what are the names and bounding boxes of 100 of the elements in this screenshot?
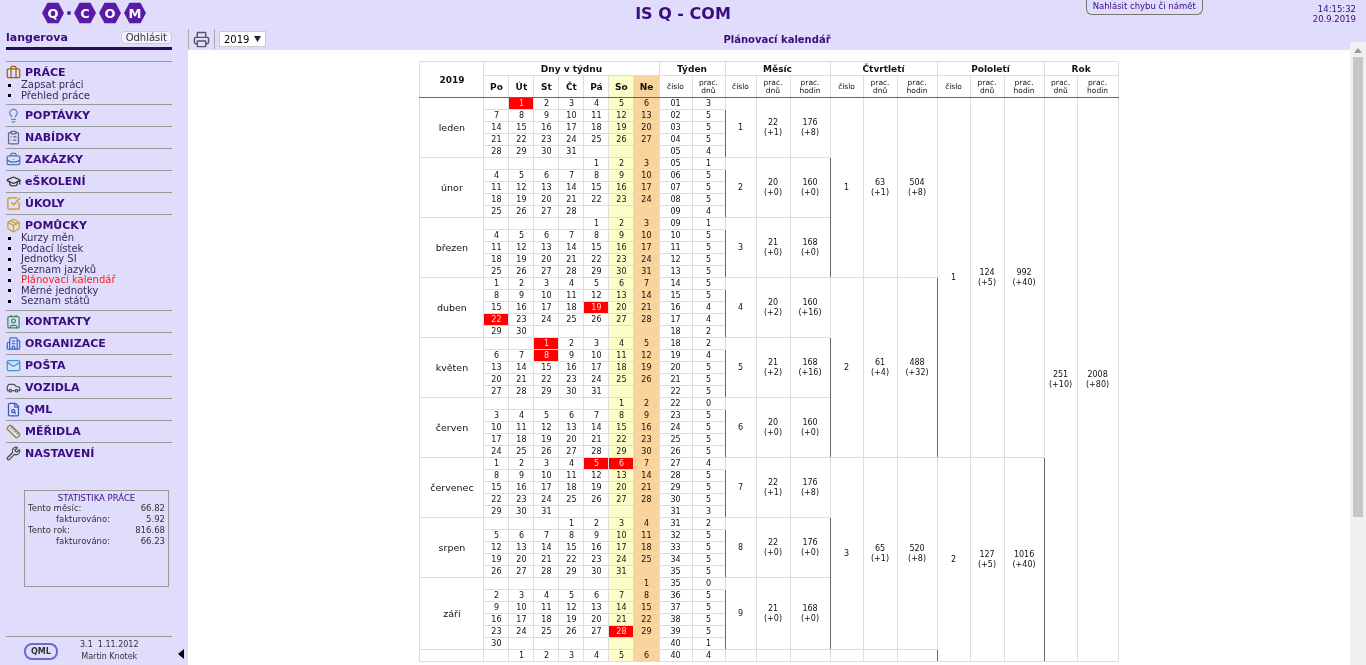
table-cell: 09 [659, 205, 692, 218]
app-title: IS Q - COM [635, 3, 731, 23]
report-button[interactable]: Nahlásit chybu či námět [1085, 0, 1203, 15]
menu-link[interactable]: Jednotky SI [21, 254, 77, 265]
table-cell: 5 [692, 409, 725, 422]
menu-link[interactable]: Zapsat práci [21, 80, 84, 91]
table-cell: 20 (+2) [756, 277, 790, 338]
menu-section-link[interactable]: eŠKOLENÍ [25, 175, 86, 188]
menu-section-link[interactable]: VOZIDLA [25, 380, 80, 394]
briefcase-icon [6, 152, 21, 167]
table-cell: 13 [659, 265, 692, 278]
table-cell: 20 (+0) [756, 397, 790, 458]
table-cell: 38 [659, 613, 692, 626]
table-cell: 9 [725, 577, 756, 650]
qml-logo: QML [24, 642, 58, 660]
menu-section-link[interactable]: ZAKÁZKY [25, 153, 83, 166]
table-cell: 25 [659, 433, 692, 446]
table-cell: 39 [659, 625, 692, 638]
table-cell: 08 [659, 193, 692, 206]
table-cell: 36 [659, 589, 692, 602]
menu-section-link[interactable]: MĚŘIDLA [25, 424, 81, 438]
logo-tile: M [124, 2, 146, 24]
menu-section-link[interactable]: POPTÁVKY [25, 109, 90, 122]
menu-section-link[interactable]: ORGANIZACE [25, 336, 106, 350]
menu-section-link[interactable]: PRÁCE [25, 66, 66, 79]
table-cell: 5 [692, 481, 725, 494]
column-header: Měsíc [725, 61, 831, 76]
table-cell: 2 [692, 517, 725, 530]
briefcase-icon [6, 65, 21, 80]
scrollbar[interactable] [1350, 42, 1366, 665]
column-header: Rok [1044, 61, 1119, 76]
table-cell: 4 [692, 313, 725, 326]
menu-section-link[interactable]: NASTAVENÍ [25, 446, 95, 460]
menu-section-link[interactable]: KONTAKTY [25, 314, 91, 328]
column-header: 2019 [419, 61, 484, 98]
date-text: 20.9.2019 [1312, 14, 1356, 24]
collapse-arrow-icon[interactable] [178, 649, 184, 659]
table-cell: 4 [725, 277, 756, 338]
bullet-icon [8, 247, 11, 251]
table-cell: 8 [725, 517, 756, 578]
table-cell: 2 [692, 325, 725, 338]
table-cell: 19 [659, 349, 692, 362]
table-cell: 251 (+10) [1044, 97, 1078, 662]
table-cell: 22 [659, 385, 692, 398]
time-text: 14:15:32 [1317, 4, 1356, 14]
month-name: únor [419, 157, 484, 218]
month-name: květen [419, 337, 484, 398]
bullet-icon [8, 257, 11, 261]
table-cell: 5 [692, 241, 725, 254]
table-cell: 05 [659, 157, 692, 170]
table-cell: 3 [725, 217, 756, 278]
wrench-icon [6, 445, 21, 461]
scroll-up-icon[interactable] [1354, 48, 1362, 53]
year-select[interactable]: 2019 [219, 31, 267, 47]
table-cell: 3 [830, 457, 864, 650]
table-cell: 12 [659, 253, 692, 266]
table-cell: 127 (+5) [970, 457, 1005, 662]
print-button[interactable] [188, 29, 215, 49]
stat-value: 66.23 [140, 535, 165, 547]
table-cell: 124 (+5) [970, 97, 1005, 458]
table-cell: 1 [692, 157, 725, 170]
table-cell: 28 [659, 469, 692, 482]
table-cell: 5 [692, 229, 725, 242]
table-cell: 992 (+40) [1004, 97, 1045, 458]
menu-link[interactable]: Kurzy měn [21, 233, 75, 244]
table-cell: 5 [692, 613, 725, 626]
menu-link[interactable]: Seznam států [21, 296, 90, 307]
table-cell: 1 [937, 97, 971, 458]
logout-button[interactable]: Odhlásit [120, 31, 172, 44]
menu-section-link[interactable]: QML [25, 402, 53, 416]
menu-section-link[interactable]: NABÍDKY [25, 131, 81, 144]
menu-section-link[interactable]: ÚKOLY [25, 197, 65, 210]
table-cell: 0 [692, 577, 725, 590]
table-cell: 40 [659, 649, 692, 662]
table-cell: 1 [692, 637, 725, 650]
table-cell: 30 [659, 493, 692, 506]
version-text: 3.1 1.11.2012 [80, 639, 139, 651]
menu-section-link[interactable]: POŠTA [25, 358, 66, 372]
table-cell: 1 [692, 217, 725, 230]
table-cell: 5 [692, 133, 725, 146]
menu-link[interactable]: Seznam jazyků [21, 264, 97, 275]
menu-link[interactable]: Podací lístek [21, 243, 84, 254]
scroll-thumb[interactable] [1353, 57, 1363, 517]
table-cell: 11 [659, 241, 692, 254]
package-icon [6, 218, 21, 233]
building-icon [6, 335, 21, 351]
menu-section-link[interactable]: POMŮCKY [25, 219, 87, 232]
stat-label: fakturováno: [56, 535, 111, 547]
table-cell: 06 [659, 169, 692, 182]
table-cell: 176 (+8) [790, 457, 831, 518]
table-cell: 35 [659, 565, 692, 578]
table-cell: 5 [692, 361, 725, 374]
menu-link[interactable]: Přehled práce [21, 90, 90, 101]
table-cell: 5 [692, 433, 725, 446]
table-cell: 03 [659, 121, 692, 134]
menu-link[interactable]: Měrné jednotky [21, 285, 99, 296]
logo-tile: O [99, 2, 121, 24]
table-cell: 07 [659, 181, 692, 194]
stat-value: 5.92 [146, 513, 165, 525]
table-cell: 5 [692, 529, 725, 542]
